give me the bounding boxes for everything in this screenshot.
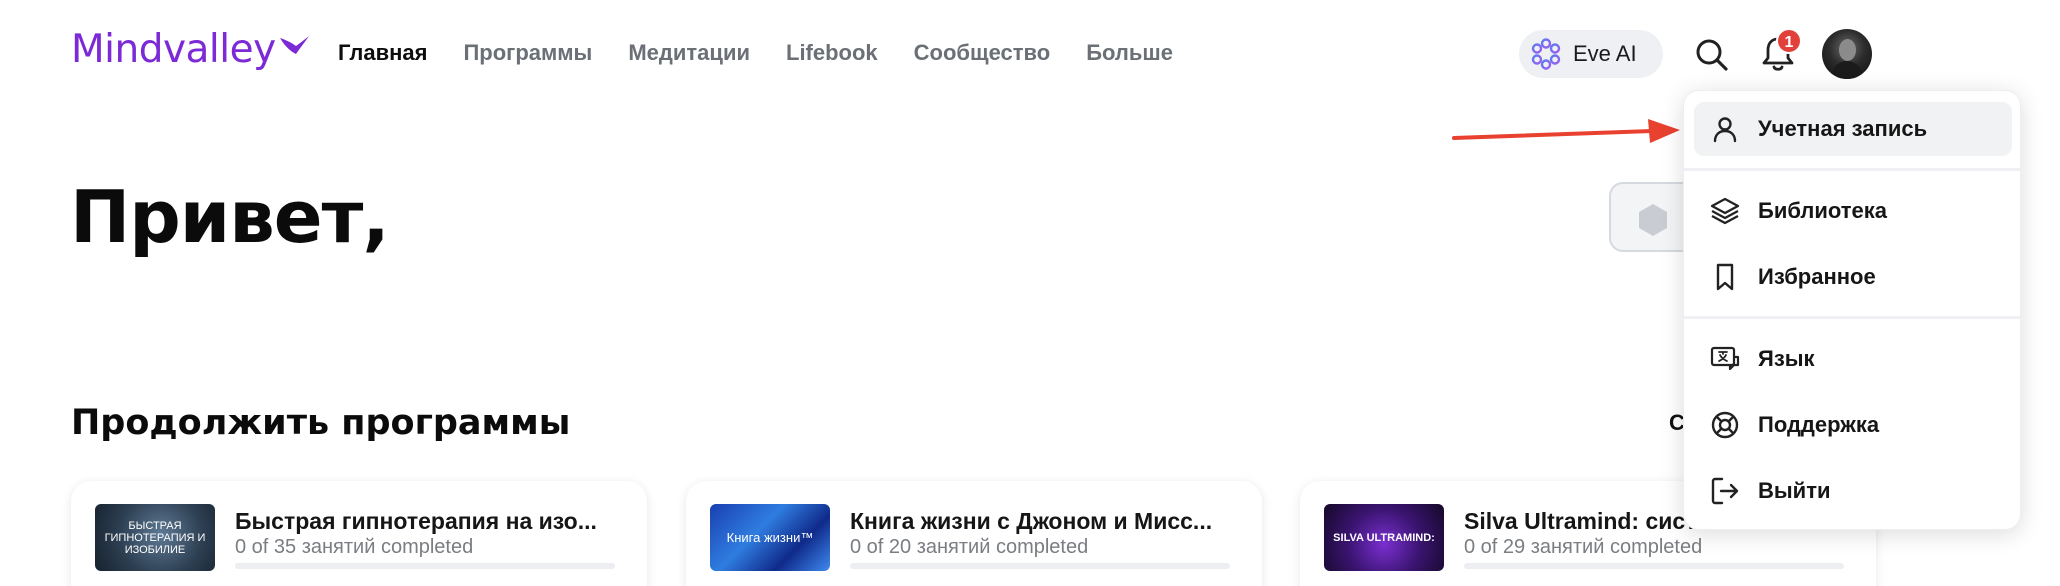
program-progress-text: 0 of 20 занятий completed	[850, 536, 1089, 558]
translate-icon	[1710, 346, 1740, 371]
nav-community[interactable]: Сообщество	[914, 36, 1051, 70]
greeting-title: Привет,	[70, 175, 390, 259]
avatar-face	[1839, 39, 1856, 61]
menu-item-support[interactable]: Поддержка	[1694, 398, 2012, 452]
program-thumbnail: Книга жизни™	[710, 504, 830, 571]
eve-ai-icon	[1531, 38, 1561, 70]
nav-more[interactable]: Больше	[1086, 36, 1173, 70]
menu-label-library: Библиотека	[1758, 198, 1888, 223]
program-progress-bar	[850, 563, 1230, 569]
mindvalley-logo[interactable]: Mindvalley	[71, 28, 310, 76]
program-progress-text: 0 of 29 занятий completed	[1464, 536, 1703, 558]
logo-mark-icon	[279, 36, 309, 54]
menu-item-logout[interactable]: Выйти	[1694, 464, 2012, 518]
program-title: Быстрая гипнотерапия на изо...	[235, 508, 597, 534]
logout-icon	[1711, 477, 1739, 505]
menu-divider	[1684, 168, 2020, 171]
search-icon	[1696, 39, 1728, 71]
menu-label-logout: Выйти	[1758, 478, 1831, 503]
menu-item-library[interactable]: Библиотека	[1694, 184, 2012, 238]
menu-label-favorites: Избранное	[1758, 264, 1876, 289]
section-title: Продолжить программы	[71, 403, 571, 443]
eve-ai-label: Eve AI	[1573, 41, 1637, 66]
menu-label-account: Учетная запись	[1758, 116, 1928, 141]
menu-item-language[interactable]: Язык	[1694, 332, 2012, 386]
nav-lifebook[interactable]: Lifebook	[786, 36, 878, 70]
search-button[interactable]	[1692, 35, 1732, 75]
thumbnail-text: Книга жизни™	[726, 529, 814, 545]
program-card[interactable]: БЫСТРАЯ ГИПНОТЕРАПИЯ И ИЗОБИЛИЕ Быстрая …	[71, 481, 647, 586]
eve-ai-button[interactable]: Eve AI	[1519, 30, 1663, 78]
menu-item-favorites[interactable]: Избранное	[1694, 250, 2012, 304]
program-title: Книга жизни с Джоном и Мисс...	[850, 508, 1213, 534]
menu-divider	[1684, 316, 2020, 319]
user-icon	[1713, 117, 1737, 143]
menu-label-language: Язык	[1758, 346, 1815, 371]
nav-programs[interactable]: Программы	[463, 36, 592, 70]
menu-label-support: Поддержка	[1758, 412, 1880, 437]
program-progress-text: 0 of 35 занятий completed	[235, 536, 474, 558]
menu-item-account[interactable]: Учетная запись	[1694, 102, 2012, 156]
nav-meditations[interactable]: Медитации	[628, 36, 750, 70]
nav-home[interactable]: Главная	[338, 36, 427, 70]
lifebuoy-icon	[1711, 411, 1739, 439]
program-card[interactable]: Книга жизни™ Книга жизни с Джоном и Мисс…	[686, 481, 1262, 586]
thumbnail-text: SILVA ULTRAMIND:	[1333, 531, 1435, 544]
layers-icon	[1710, 197, 1740, 225]
notification-badge: 1	[1776, 28, 1802, 54]
program-thumbnail: SILVA ULTRAMIND:	[1324, 504, 1444, 571]
program-progress-bar	[1464, 563, 1844, 569]
hexagon-icon	[1639, 204, 1667, 236]
annotation-arrow	[1452, 119, 1680, 143]
avatar-body	[1831, 61, 1863, 79]
account-dropdown-menu: Учетная запись Библиотека Избранное Язык	[1683, 90, 2021, 530]
program-progress-bar	[235, 563, 615, 569]
avatar[interactable]	[1822, 29, 1872, 79]
logo-text: Mindvalley	[71, 27, 276, 72]
program-thumbnail: БЫСТРАЯ ГИПНОТЕРАПИЯ И ИЗОБИЛИЕ	[95, 504, 215, 571]
thumbnail-text: БЫСТРАЯ ГИПНОТЕРАПИЯ И ИЗОБИЛИЕ	[104, 519, 206, 556]
main-nav: Главная Программы Медитации Lifebook Соо…	[338, 36, 1209, 70]
bookmark-icon	[1716, 263, 1734, 291]
